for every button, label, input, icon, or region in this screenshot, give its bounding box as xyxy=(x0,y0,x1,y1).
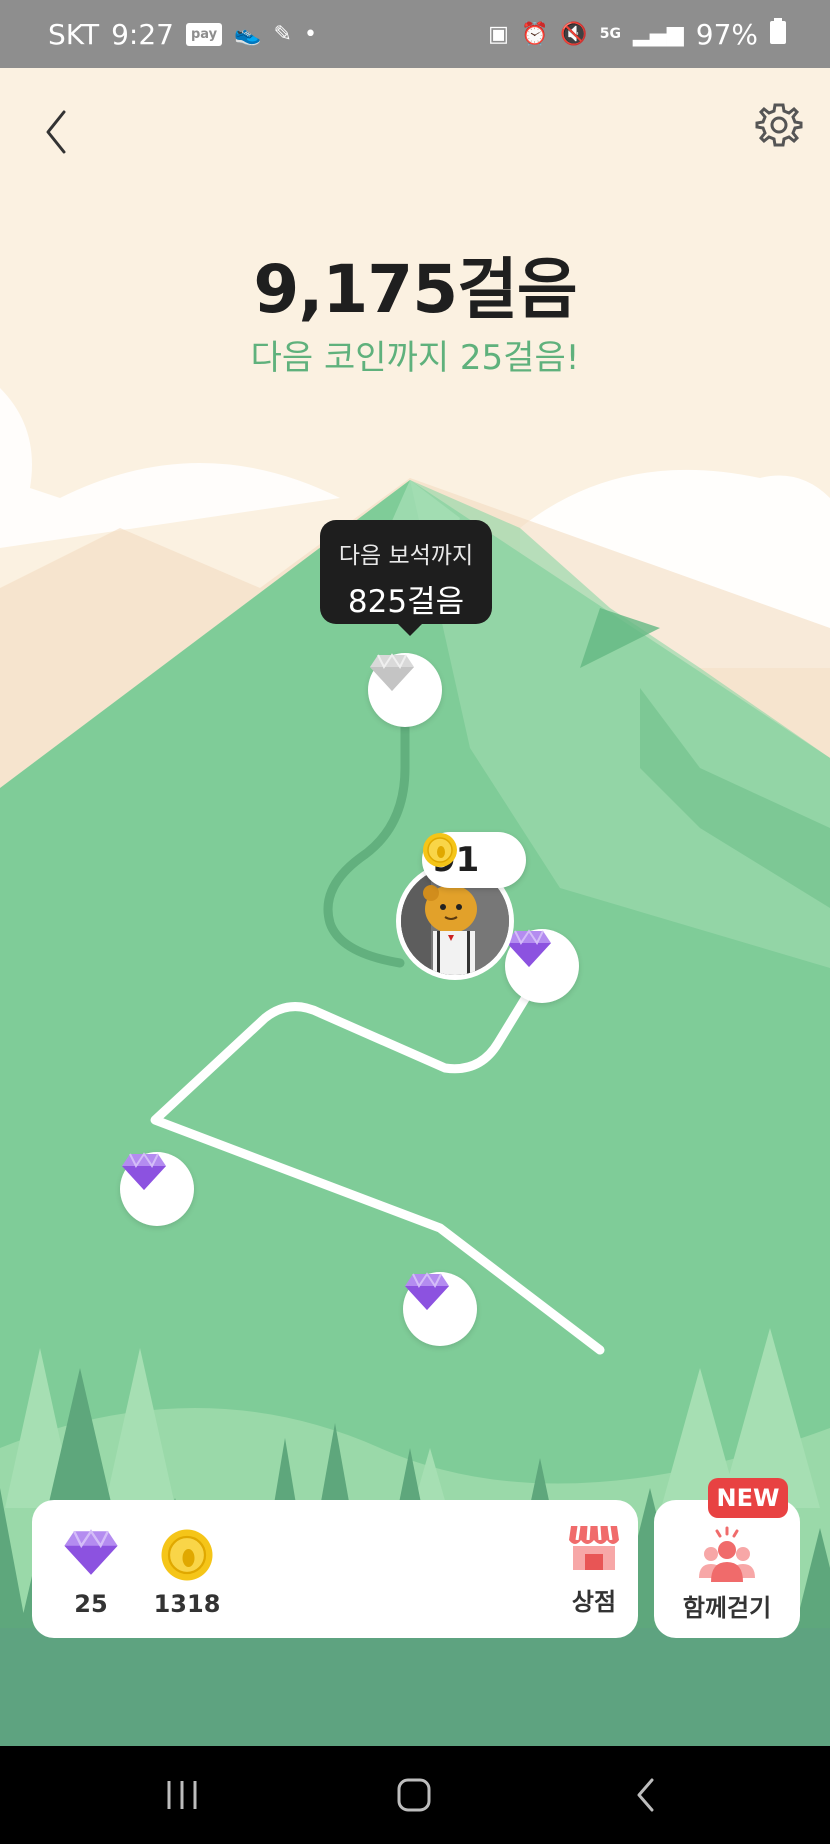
network-label: 5G xyxy=(599,26,621,42)
dot-icon: • xyxy=(303,21,317,47)
gear-icon xyxy=(755,103,803,147)
time-label: 9:27 xyxy=(111,17,174,51)
locked-gem-node[interactable] xyxy=(368,653,442,727)
battery-percent: 97% xyxy=(695,17,758,51)
gem-icon xyxy=(405,1272,449,1310)
next-coin-message: 다음 코인까지 25걸음! xyxy=(250,338,580,378)
system-nav-bar xyxy=(0,1746,830,1844)
mute-icon: 🔇 xyxy=(560,21,588,47)
carrier-label: SKT xyxy=(48,17,100,51)
recent-apps-button[interactable] xyxy=(122,1746,242,1844)
wallet-panel: 25 1318 상점 xyxy=(32,1500,638,1638)
battery-icon xyxy=(770,17,786,51)
status-right: ▣ ⏰ 🔇 5G ▂▄▆ 97% xyxy=(488,0,786,68)
next-gem-tooltip: 다음 보석까지 825걸음 xyxy=(320,520,492,636)
gem-icon-gray xyxy=(370,653,414,691)
gem-icon xyxy=(122,1152,166,1190)
battery-saver-icon: ▣ xyxy=(488,21,509,47)
walk-together-button[interactable]: 함께걷기 xyxy=(654,1500,800,1638)
signal-icon: ▂▄▆ xyxy=(633,21,684,47)
shop-label: 상점 xyxy=(571,1588,617,1616)
gem-node[interactable] xyxy=(505,929,579,1003)
walk-together-label: 함께걷기 xyxy=(682,1594,772,1622)
settings-button[interactable] xyxy=(752,98,806,152)
coin-icon xyxy=(161,1529,213,1581)
pay-badge: pay xyxy=(185,22,223,46)
shop-button[interactable]: 상점 xyxy=(544,1522,644,1617)
pencil-icon: ✎ xyxy=(273,21,292,47)
walk-scene: 9,175걸음 다음 코인까지 25걸음! 다음 보석까지 825걸음 91 xyxy=(0,68,830,1746)
home-button[interactable] xyxy=(354,1746,474,1844)
recent-apps-icon xyxy=(167,1781,197,1809)
avatar-coin-bubble: 91 xyxy=(422,832,526,888)
coin-icon xyxy=(423,833,457,867)
back-button[interactable] xyxy=(36,104,76,160)
tooltip-line1: 다음 보석까지 xyxy=(338,543,474,569)
tooltip-line2: 825걸음 xyxy=(347,584,465,620)
app-screen: SKT 9:27 pay 👟 ✎ • ▣ ⏰ 🔇 5G ▂▄▆ 97% 9,17… xyxy=(0,0,830,1844)
chevron-left-icon xyxy=(46,110,66,154)
home-icon xyxy=(397,1778,431,1812)
gem-node[interactable] xyxy=(120,1152,194,1226)
back-arrow-icon xyxy=(637,1778,654,1812)
shoe-icon: 👟 xyxy=(234,21,262,47)
gem-count: 25 xyxy=(74,1590,108,1618)
gem-node[interactable] xyxy=(403,1272,477,1346)
new-badge: NEW xyxy=(708,1478,788,1518)
coin-balance[interactable]: 1318 xyxy=(152,1528,222,1618)
status-bar: SKT 9:27 pay 👟 ✎ • ▣ ⏰ 🔇 5G ▂▄▆ 97% xyxy=(0,0,830,68)
coin-count: 1318 xyxy=(153,1590,221,1618)
shop-icon xyxy=(569,1525,619,1570)
system-back-button[interactable] xyxy=(586,1746,706,1844)
gem-icon xyxy=(64,1529,118,1575)
group-people-icon xyxy=(699,1526,755,1582)
status-left: SKT 9:27 pay 👟 ✎ • xyxy=(48,0,317,68)
step-count: 9,175걸음 xyxy=(253,251,577,328)
gem-balance[interactable]: 25 xyxy=(56,1528,126,1618)
alarm-icon: ⏰ xyxy=(520,21,549,47)
